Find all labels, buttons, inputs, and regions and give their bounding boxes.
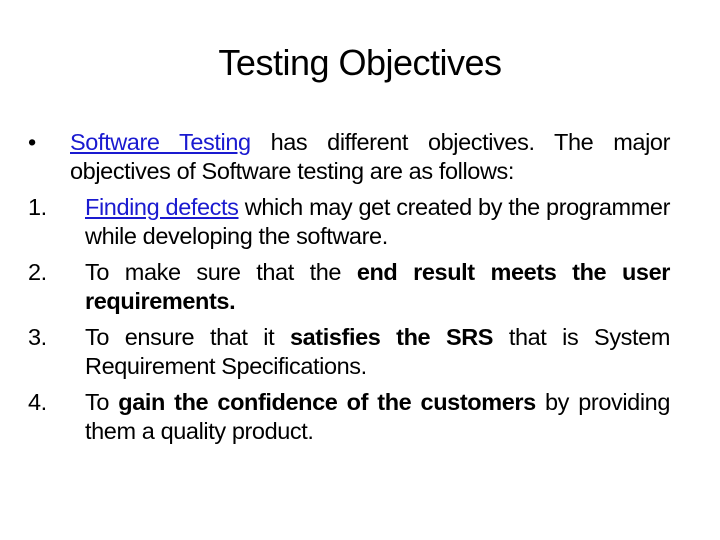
testing-link[interactable]: Testing [179, 129, 251, 155]
list-item: 4. To gain the confidence of the custome… [28, 388, 670, 446]
defects-link[interactable]: defects [166, 194, 239, 220]
item-text: To make sure that the [85, 259, 357, 285]
list-number: 4. [28, 389, 47, 415]
list-number: 1. [28, 194, 47, 220]
item-text: To [85, 389, 119, 415]
item-text: To ensure that it [85, 324, 290, 350]
finding-link[interactable]: Finding [85, 194, 166, 220]
list-item: 3. To ensure that it satisfies the SRS t… [28, 323, 670, 381]
list-number: 3. [28, 324, 47, 350]
item-bold-text: gain the confidence of the customers [118, 389, 536, 415]
intro-bullet: • Software Testing has different objecti… [28, 128, 670, 186]
bullet-marker: • [28, 129, 36, 155]
list-number: 2. [28, 259, 47, 285]
list-item: 1. Finding defects which may get created… [28, 193, 670, 251]
list-item: 2. To make sure that the end result meet… [28, 258, 670, 316]
slide-title: Testing Objectives [218, 42, 502, 83]
software-link[interactable]: Software [70, 129, 179, 155]
slide-body: • Software Testing has different objecti… [28, 128, 670, 453]
item-bold-text: satisfies the SRS [289, 324, 494, 350]
